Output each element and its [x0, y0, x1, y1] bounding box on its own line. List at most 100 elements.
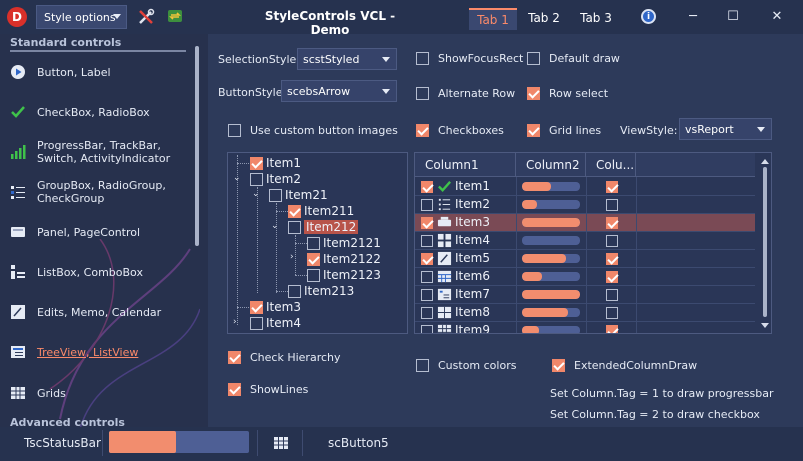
tree-node[interactable]: Item2121	[307, 235, 381, 251]
row-column3-checkbox[interactable]	[606, 217, 618, 229]
row-checkbox[interactable]	[421, 325, 433, 333]
row-column3-checkbox[interactable]	[606, 181, 618, 193]
sidebar-item-button-label[interactable]: Button, Label	[10, 64, 190, 80]
row-column3-checkbox[interactable]	[606, 199, 618, 211]
row-column3-checkbox[interactable]	[606, 253, 618, 265]
checkbox-box[interactable]	[416, 87, 429, 100]
tree-view[interactable]: Item1 ⌄ Item2 ⌄ Item21 Item211 ⌄ Item212…	[227, 152, 408, 334]
checkbox-box[interactable]	[307, 252, 320, 266]
tree-node[interactable]: Item1	[250, 155, 301, 171]
checkbox-box[interactable]	[228, 351, 241, 364]
sidebar-scrollbar[interactable]	[195, 46, 199, 246]
row-checkbox[interactable]	[421, 289, 433, 301]
collapse-icon[interactable]: ⌄	[252, 189, 262, 199]
sidebar-item-listbox[interactable]: ListBox, ComboBox	[10, 264, 190, 280]
list-item[interactable]: Item1	[415, 178, 755, 196]
tree-node-selected[interactable]: Item212	[288, 219, 359, 235]
list-item[interactable]: Item5	[415, 250, 755, 268]
checkbox-box[interactable]	[288, 220, 301, 234]
row-checkbox[interactable]	[421, 181, 433, 193]
collapse-icon[interactable]: ⌄	[233, 173, 243, 183]
row-checkbox[interactable]	[421, 307, 433, 319]
row-column3-checkbox[interactable]	[606, 271, 618, 283]
view-style-combo[interactable]: vsReport	[679, 118, 772, 140]
list-item[interactable]: Item2	[415, 196, 755, 214]
tree-node[interactable]: Item2123	[307, 267, 381, 283]
custom-button-images-checkbox[interactable]: Use custom button images	[228, 124, 398, 137]
checkbox-box[interactable]	[552, 359, 565, 372]
row-checkbox[interactable]	[421, 271, 433, 283]
column-header-1[interactable]: Column1	[415, 153, 516, 177]
scroll-down-icon[interactable]	[761, 323, 769, 328]
checkbox-box[interactable]	[307, 236, 320, 250]
show-lines-checkbox[interactable]: ShowLines	[228, 383, 308, 396]
sidebar-item-edits[interactable]: Edits, Memo, Calendar	[10, 304, 190, 320]
list-item[interactable]: Item8	[415, 304, 755, 322]
maximize-button[interactable]: ☐	[722, 6, 744, 26]
row-column3-checkbox[interactable]	[606, 235, 618, 247]
row-column3-checkbox[interactable]	[606, 307, 618, 319]
calculator-icon[interactable]	[273, 435, 289, 451]
list-item[interactable]: Item9	[415, 322, 755, 333]
expand-icon[interactable]: ›	[233, 317, 243, 327]
row-checkbox[interactable]	[421, 253, 433, 265]
row-column3-checkbox[interactable]	[606, 289, 618, 301]
sidebar-item-progressbar[interactable]: ProgressBar, TrackBar, Switch, ActivityI…	[10, 139, 190, 165]
checkbox-box[interactable]	[288, 284, 301, 298]
info-icon[interactable]: i	[641, 9, 656, 24]
tree-node[interactable]: Item2122	[307, 251, 381, 267]
checkbox-box[interactable]	[416, 52, 429, 65]
list-item[interactable]: Item7	[415, 286, 755, 304]
checkbox-box[interactable]	[307, 268, 320, 282]
tab-1[interactable]: Tab 1	[469, 8, 517, 30]
checkbox-box[interactable]	[228, 124, 241, 137]
refresh-icon[interactable]	[167, 8, 183, 24]
extended-column-draw-checkbox[interactable]: ExtendedColumnDraw	[552, 359, 697, 372]
column-header-3[interactable]: Colu...	[586, 153, 636, 177]
row-checkbox[interactable]	[421, 217, 433, 229]
checkbox-box[interactable]	[527, 52, 540, 65]
list-item[interactable]: Item4	[415, 232, 755, 250]
checkbox-box[interactable]	[250, 316, 263, 330]
checkboxes-checkbox[interactable]: Checkboxes	[416, 124, 504, 137]
sidebar-item-grids[interactable]: Grids	[10, 385, 190, 401]
checkbox-box[interactable]	[250, 300, 263, 314]
default-draw-checkbox[interactable]: Default draw	[527, 52, 620, 65]
sidebar-item-treeview[interactable]: TreeView, ListView	[10, 344, 190, 360]
sc-button-5[interactable]: scButton5	[328, 436, 389, 450]
checkbox-box[interactable]	[288, 204, 301, 218]
selection-style-combo[interactable]: scstStyled	[297, 48, 397, 70]
tab-3[interactable]: Tab 3	[574, 8, 618, 30]
tree-node[interactable]: Item21	[269, 187, 328, 203]
list-item[interactable]: Item3	[415, 214, 755, 232]
tools-icon[interactable]	[137, 8, 155, 26]
check-hierarchy-checkbox[interactable]: Check Hierarchy	[228, 351, 341, 364]
checkbox-box[interactable]	[250, 156, 263, 170]
row-select-checkbox[interactable]: Row select	[527, 87, 608, 100]
alternate-row-checkbox[interactable]: Alternate Row	[416, 87, 515, 100]
list-view[interactable]: Column1 Column2 Colu... Item1 Item2 Item3 I…	[414, 152, 772, 334]
list-scrollbar[interactable]	[763, 167, 767, 317]
checkbox-box[interactable]	[228, 383, 241, 396]
show-focus-rect-checkbox[interactable]: ShowFocusRect	[416, 52, 523, 65]
list-item[interactable]: Item6	[415, 268, 755, 286]
sidebar-item-checkbox-radiobox[interactable]: CheckBox, RadioBox	[10, 104, 190, 120]
grid-lines-checkbox[interactable]: Grid lines	[527, 124, 601, 137]
tree-node[interactable]: Item4	[250, 315, 301, 331]
checkbox-box[interactable]	[527, 87, 540, 100]
tree-node[interactable]: Item213	[288, 283, 354, 299]
tree-node[interactable]: Item3	[250, 299, 301, 315]
style-options-button[interactable]: Style options	[36, 5, 127, 29]
checkbox-box[interactable]	[250, 172, 263, 186]
checkbox-box[interactable]	[416, 359, 429, 372]
sidebar-item-panel[interactable]: Panel, PageControl	[10, 224, 190, 240]
button-style-combo[interactable]: scebsArrow	[281, 80, 397, 102]
scroll-up-icon[interactable]	[761, 159, 769, 164]
tab-2[interactable]: Tab 2	[522, 8, 566, 30]
custom-colors-checkbox[interactable]: Custom colors	[416, 359, 516, 372]
tree-node[interactable]: Item211	[288, 203, 354, 219]
close-button[interactable]: ✕	[766, 6, 788, 26]
row-checkbox[interactable]	[421, 235, 433, 247]
collapse-icon[interactable]: ⌄	[271, 221, 281, 231]
checkbox-box[interactable]	[269, 188, 282, 202]
